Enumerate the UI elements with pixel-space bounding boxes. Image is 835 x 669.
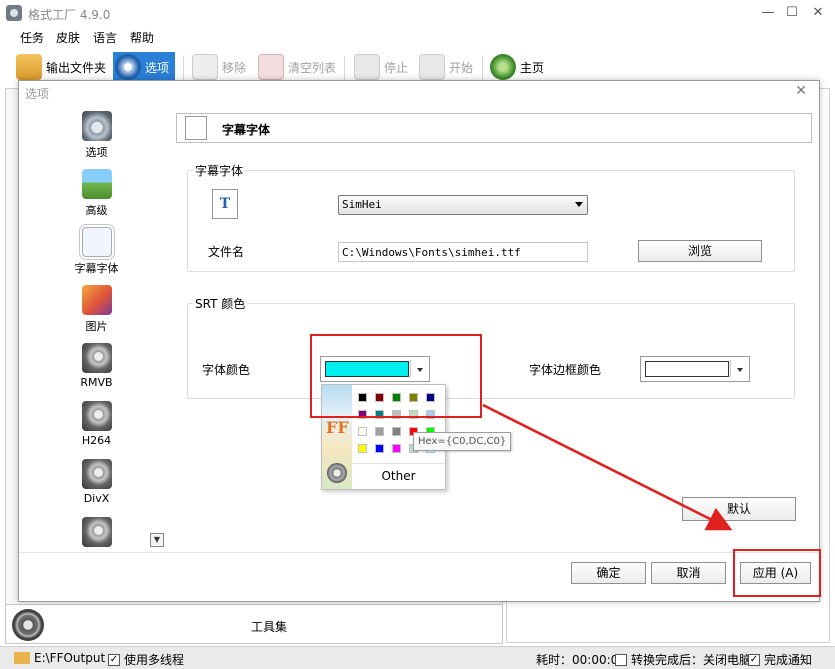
annotation-arrow bbox=[482, 403, 733, 531]
